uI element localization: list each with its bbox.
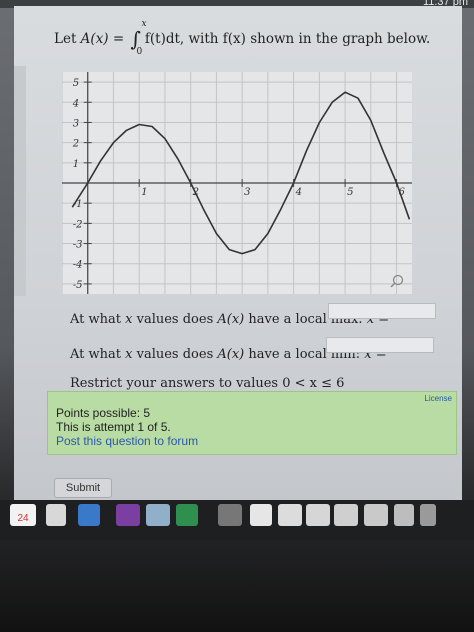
question-page: Let A(x) = ∫ x 0 f(t)dt, with f(x) shown in… — [14, 6, 462, 500]
y-tick-label: -2 — [73, 219, 83, 230]
y-tick-label: 5 — [73, 78, 79, 89]
attempt-info-box: License Points possible: 5 This is attem… — [47, 391, 457, 455]
document-icon-1[interactable] — [250, 504, 272, 526]
max-prompt-fn: A(x) — [217, 312, 245, 327]
integrand: f(t)dt — [144, 31, 180, 47]
notes-icon[interactable] — [46, 504, 66, 526]
min-prompt-text-1: At what — [70, 347, 126, 362]
max-prompt-text-1: At what — [70, 312, 126, 327]
integral-lower-limit: 0 — [136, 47, 143, 57]
y-tick-label: 2 — [72, 139, 79, 150]
preview-icon[interactable] — [146, 504, 170, 526]
x-tick-label: 1 — [141, 187, 147, 198]
left-strip — [14, 66, 26, 296]
x-tick-label: 3 — [244, 187, 250, 198]
keynote-icon[interactable] — [78, 504, 100, 526]
y-tick-label: -3 — [73, 240, 83, 251]
x-tick-label: 5 — [347, 187, 353, 198]
min-prompt-text-2: values does — [132, 347, 218, 362]
y-tick-label: -5 — [73, 280, 83, 291]
document-icon-3[interactable] — [306, 504, 330, 526]
restrict-note: Restrict your answers to values 0 < x ≤ … — [70, 376, 345, 391]
min-prompt-fn: A(x) — [217, 347, 245, 362]
local-max-input[interactable] — [328, 303, 436, 319]
integral-upper-limit: x — [141, 19, 147, 29]
x-tick-label: 4 — [295, 187, 302, 198]
trash-icon[interactable] — [420, 504, 436, 526]
question-statement: Let A(x) = ∫ x 0 f(t)dt, with f(x) shown in… — [54, 19, 431, 57]
document-icon-4[interactable] — [334, 504, 358, 526]
y-tick-label: 1 — [73, 159, 79, 170]
document-icon-5[interactable] — [364, 504, 388, 526]
points-possible: Points possible: 5 — [56, 406, 151, 420]
question-lhs: A(x) = — [80, 31, 129, 47]
function-curve — [71, 91, 411, 255]
forum-link[interactable]: Post this question to forum — [56, 434, 198, 448]
app-icon[interactable] — [218, 504, 242, 526]
max-prompt-text-2: values does — [132, 312, 218, 327]
license-link[interactable]: License — [424, 394, 452, 403]
calendar-icon[interactable]: 24 — [10, 504, 36, 526]
document-icon-6[interactable] — [394, 504, 414, 526]
integral-sign: ∫ x 0 — [130, 19, 147, 57]
graph-svg: 1 2 3 4 5 654321-1-2-3-4-5 — [61, 72, 412, 294]
function-graph: 1 2 3 4 5 6 5 4 3 2 1 -1 -2 -3 -4 -5 — [61, 72, 412, 294]
document-icon-2[interactable] — [278, 504, 302, 526]
y-tick-label: -4 — [73, 260, 83, 271]
excel-icon[interactable] — [176, 504, 198, 526]
submit-button[interactable]: Submit — [54, 478, 112, 498]
question-suffix: , with f(x) shown in the graph below. — [179, 31, 431, 47]
question-prefix: Let — [54, 31, 81, 47]
y-tick-label: 4 — [72, 98, 79, 109]
onenote-icon[interactable] — [116, 504, 140, 526]
y-tick-label: 3 — [73, 118, 79, 129]
local-min-input[interactable] — [326, 337, 434, 353]
attempt-count: This is attempt 1 of 5. — [56, 420, 171, 434]
